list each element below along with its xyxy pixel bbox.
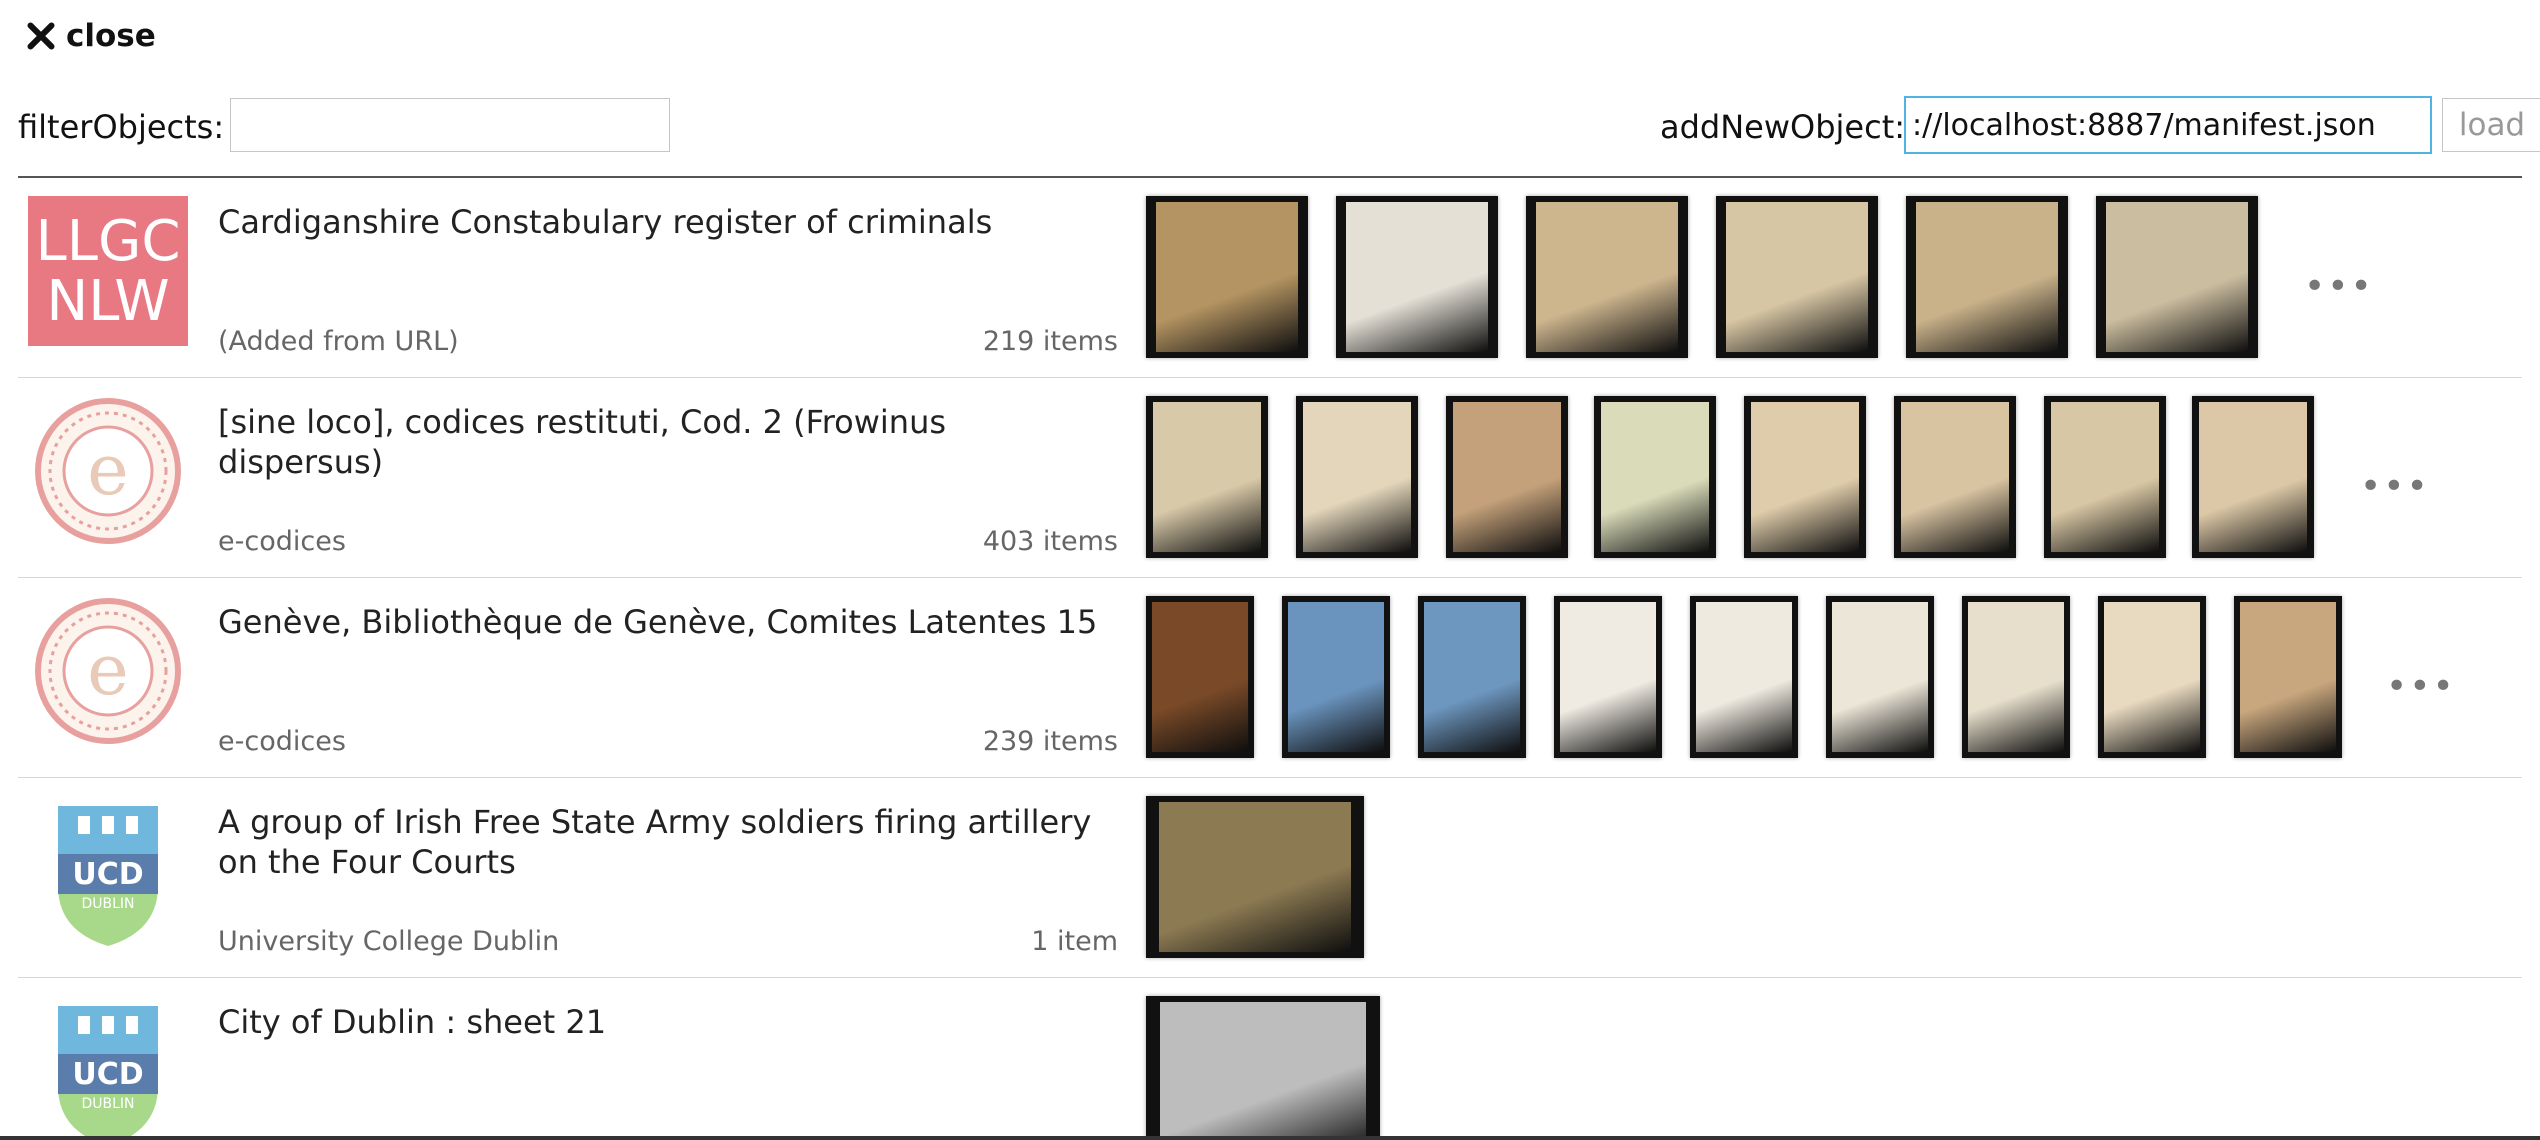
thumbnail-image xyxy=(2104,602,2200,752)
svg-text:UCD: UCD xyxy=(72,857,143,892)
thumbnail-image xyxy=(1345,202,1489,352)
svg-text:LLGC: LLGC xyxy=(36,209,181,274)
add-new-object-label: addNewObject: xyxy=(1660,108,1906,146)
object-row[interactable]: UCD DUBLIN City of Dublin : sheet 21 xyxy=(18,978,2522,1136)
thumbnail-image xyxy=(1535,202,1679,352)
more-thumbnails-icon[interactable]: ••• xyxy=(2360,466,2430,507)
thumbnail-image xyxy=(1915,202,2059,352)
provider-logo: e xyxy=(28,596,188,746)
thumbnail-image xyxy=(2240,602,2336,752)
filter-objects-input[interactable] xyxy=(230,98,670,152)
page-thumbnail[interactable] xyxy=(1906,196,2068,358)
page-thumbnail[interactable] xyxy=(1146,996,1380,1136)
object-item-count: 219 items xyxy=(982,326,1118,357)
more-thumbnails-icon[interactable]: ••• xyxy=(2304,266,2374,307)
page-thumbnail[interactable] xyxy=(2096,196,2258,358)
page-thumbnail[interactable] xyxy=(1146,796,1364,958)
object-item-count: 239 items xyxy=(982,726,1118,757)
filter-label: filterObjects: xyxy=(18,108,225,146)
page-thumbnail[interactable] xyxy=(2098,596,2206,758)
thumbnail-image xyxy=(1751,402,1859,552)
object-row[interactable]: e [sine loco], codices restituti, Cod. 2… xyxy=(18,378,2522,578)
thumbnail-image xyxy=(2105,202,2249,352)
object-source: University College Dublin xyxy=(218,926,560,957)
thumbnail-image xyxy=(1453,402,1561,552)
svg-text:DUBLIN: DUBLIN xyxy=(81,1096,134,1112)
page-thumbnail[interactable] xyxy=(2044,396,2166,558)
page-thumbnail[interactable] xyxy=(1894,396,2016,558)
close-button[interactable]: close xyxy=(26,18,156,54)
thumbnail-image xyxy=(1725,202,1869,352)
page-thumbnail[interactable] xyxy=(1146,396,1268,558)
object-source: (Added from URL) xyxy=(218,326,459,357)
add-new-object-input[interactable] xyxy=(1904,96,2432,154)
svg-text:e: e xyxy=(87,429,128,511)
object-item-count: 1 item xyxy=(1031,926,1118,957)
page-thumbnail[interactable] xyxy=(1146,596,1254,758)
thumbnail-image xyxy=(1560,602,1656,752)
object-row[interactable]: e Genève, Bibliothèque de Genève, Comite… xyxy=(18,578,2522,778)
page-thumbnail[interactable] xyxy=(2192,396,2314,558)
thumbnail-image xyxy=(1901,402,2009,552)
close-label: close xyxy=(66,18,156,54)
provider-logo: UCD DUBLIN xyxy=(28,996,188,1136)
page-thumbnail[interactable] xyxy=(2234,596,2342,758)
toolbar: filterObjects: addNewObject: load xyxy=(18,96,2540,158)
thumbnail-image xyxy=(1288,602,1384,752)
page-thumbnail[interactable] xyxy=(1962,596,2070,758)
thumbnail-image xyxy=(1968,602,2064,752)
object-source: e-codices xyxy=(218,726,346,757)
page-thumbnail[interactable] xyxy=(1526,196,1688,358)
thumbnail-image xyxy=(1424,602,1520,752)
page-thumbnail[interactable] xyxy=(1826,596,1934,758)
page-thumbnail[interactable] xyxy=(1446,396,1568,558)
page-thumbnail[interactable] xyxy=(1554,596,1662,758)
page-thumbnail[interactable] xyxy=(1296,396,1418,558)
thumbnail-image xyxy=(2199,402,2307,552)
page-thumbnail[interactable] xyxy=(1690,596,1798,758)
svg-text:e: e xyxy=(87,629,128,711)
load-button[interactable]: load xyxy=(2442,98,2540,152)
object-item-count: 403 items xyxy=(982,526,1118,557)
provider-logo: LLGC NLW xyxy=(28,196,188,346)
thumbnail-image xyxy=(1832,602,1928,752)
object-title[interactable]: [sine loco], codices restituti, Cod. 2 (… xyxy=(218,402,1118,482)
thumbnail-image xyxy=(1159,802,1351,952)
object-row[interactable]: LLGC NLW Cardiganshire Constabulary regi… xyxy=(18,178,2522,378)
provider-logo: UCD DUBLIN xyxy=(28,796,188,946)
object-title[interactable]: Cardiganshire Constabulary register of c… xyxy=(218,202,1118,242)
thumbnail-image xyxy=(1696,602,1792,752)
svg-text:UCD: UCD xyxy=(72,1057,143,1092)
page-thumbnail[interactable] xyxy=(1146,196,1308,358)
provider-logo: e xyxy=(28,396,188,546)
page-thumbnail[interactable] xyxy=(1716,196,1878,358)
object-row[interactable]: UCD DUBLIN A group of Irish Free State A… xyxy=(18,778,2522,978)
thumbnail-image xyxy=(1303,402,1411,552)
object-source: e-codices xyxy=(218,526,346,557)
thumbnail-image xyxy=(1155,202,1299,352)
more-thumbnails-icon[interactable]: ••• xyxy=(2386,666,2456,707)
window-bottom-border xyxy=(0,1136,2540,1140)
object-title[interactable]: City of Dublin : sheet 21 xyxy=(218,1002,1118,1042)
object-title[interactable]: Genève, Bibliothèque de Genève, Comites … xyxy=(218,602,1118,642)
thumbnail-image xyxy=(1601,402,1709,552)
svg-text:DUBLIN: DUBLIN xyxy=(81,896,134,912)
svg-text:NLW: NLW xyxy=(46,269,169,334)
thumbnail-image xyxy=(1153,402,1261,552)
object-title[interactable]: A group of Irish Free State Army soldier… xyxy=(218,802,1118,882)
thumbnail-image xyxy=(1152,602,1248,752)
page-thumbnail[interactable] xyxy=(1418,596,1526,758)
page-thumbnail[interactable] xyxy=(1744,396,1866,558)
page-thumbnail[interactable] xyxy=(1282,596,1390,758)
page-thumbnail[interactable] xyxy=(1594,396,1716,558)
object-list: LLGC NLW Cardiganshire Constabulary regi… xyxy=(18,178,2522,1136)
thumbnail-image xyxy=(2051,402,2159,552)
close-x-icon xyxy=(27,22,55,50)
page-thumbnail[interactable] xyxy=(1336,196,1498,358)
thumbnail-image xyxy=(1160,1002,1366,1136)
